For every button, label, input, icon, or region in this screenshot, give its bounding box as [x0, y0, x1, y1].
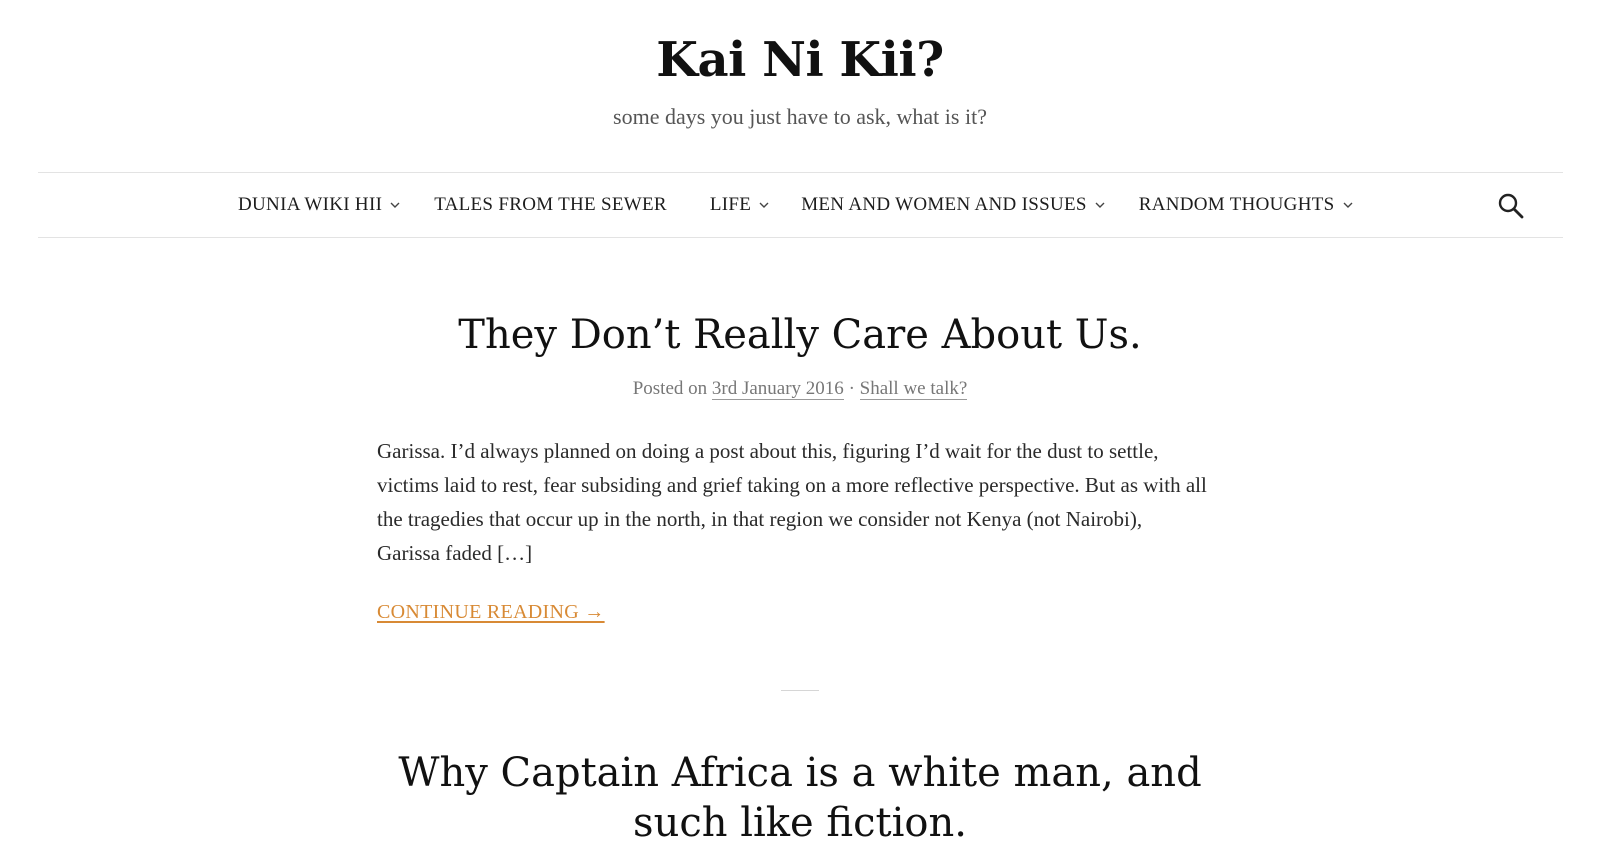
chevron-down-icon [1095, 202, 1105, 208]
post-divider [781, 690, 819, 691]
post-title[interactable]: They Don’t Really Care About Us. [0, 310, 1600, 360]
site-header: Kai Ni Kii? some days you just have to a… [0, 0, 1600, 130]
post-title[interactable]: Why Captain Africa is a white man, and s… [380, 748, 1220, 848]
search-button[interactable] [1497, 192, 1525, 220]
site-title[interactable]: Kai Ni Kii? [0, 30, 1600, 90]
nav-item-label: DUNIA WIKI HII [238, 194, 383, 215]
nav-menu: DUNIA WIKI HII TALES FROM THE SEWER LIFE… [238, 173, 1353, 237]
nav-item-tales-from-the-sewer[interactable]: TALES FROM THE SEWER [434, 194, 667, 216]
nav-item-label: LIFE [709, 194, 752, 215]
search-icon [1498, 193, 1524, 219]
post-article: They Don’t Really Care About Us. Posted … [0, 310, 1600, 400]
post-excerpt: Garissa. I’d always planned on doing a p… [377, 439, 1207, 565]
post-category-link[interactable]: Shall we talk? [859, 378, 968, 400]
main-navigation: DUNIA WIKI HII TALES FROM THE SEWER LIFE… [38, 172, 1563, 238]
continue-reading-link[interactable]: CONTINUE READING → [377, 601, 605, 624]
nav-item-life[interactable]: LIFE [710, 194, 769, 216]
post-date-link[interactable]: 3rd January 2016 [711, 378, 844, 400]
meta-prefix: Posted on [632, 378, 708, 399]
post-meta: Posted on 3rd January 2016 · Shall we ta… [0, 378, 1600, 400]
site-description: some days you just have to ask, what is … [613, 104, 987, 129]
nav-item-random-thoughts[interactable]: RANDOM THOUGHTS [1139, 194, 1353, 216]
nav-item-label: MEN AND WOMEN AND ISSUES [801, 194, 1087, 215]
meta-separator: · [848, 378, 855, 399]
nav-item-label: RANDOM THOUGHTS [1138, 194, 1335, 215]
nav-item-dunia-wiki-hii[interactable]: DUNIA WIKI HII [238, 194, 400, 216]
nav-item-label: TALES FROM THE SEWER [434, 194, 667, 215]
chevron-down-icon [390, 202, 400, 208]
chevron-down-icon [759, 202, 769, 208]
chevron-down-icon [1343, 202, 1352, 208]
post-article: Why Captain Africa is a white man, and s… [380, 748, 1220, 848]
nav-item-men-and-women-and-issues[interactable]: MEN AND WOMEN AND ISSUES [801, 194, 1105, 216]
